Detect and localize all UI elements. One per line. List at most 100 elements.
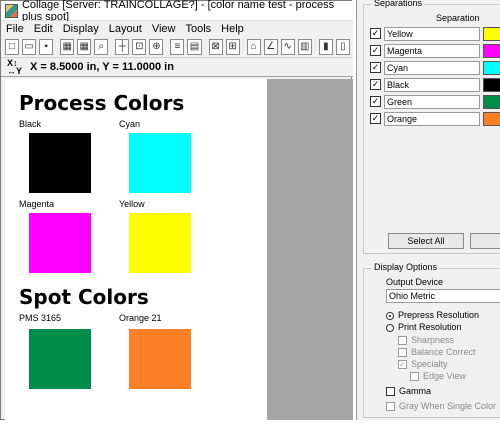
swatch-pms-3165[interactable] [29, 329, 91, 389]
specialty-label: Specialty [411, 359, 448, 369]
separation-name: Black [384, 78, 480, 92]
list-icon[interactable]: ≡ [170, 39, 185, 55]
gray-when-single-color-checkbox[interactable] [386, 402, 395, 411]
separation-row: ✓ Magenta [370, 44, 500, 58]
separation-row: ✓ Cyan [370, 61, 500, 75]
curve-icon[interactable]: ∠ [263, 39, 278, 55]
prepress-resolution-radio[interactable] [386, 312, 394, 320]
menu-file[interactable]: File [1, 23, 29, 35]
separation-color [483, 95, 500, 109]
save-icon[interactable]: ▪ [39, 39, 54, 55]
separation-name: Cyan [384, 61, 480, 75]
swatch-black[interactable] [29, 133, 91, 193]
swatch-label-black: Black [19, 119, 42, 129]
swatch-label-magenta: Magenta [19, 199, 55, 209]
separation-name: Orange [384, 112, 480, 126]
menu-help[interactable]: Help [216, 23, 249, 35]
collage-main-window: Collage [Server: TRAINCOLLAGE?] - [color… [0, 0, 353, 421]
separation-name: Yellow [384, 27, 480, 41]
separation-checkbox[interactable]: ✓ [370, 28, 381, 39]
title-bar: Collage [Server: TRAINCOLLAGE?] - [color… [1, 0, 353, 23]
trap-grid-icon[interactable]: ⊞ [225, 39, 240, 55]
swatch-orange-21[interactable] [129, 329, 191, 389]
screen: Collage [Server: TRAINCOLLAGE?] - [color… [0, 0, 500, 434]
separation-color [483, 112, 500, 126]
window-title: Collage [Server: TRAINCOLLAGE?] - [color… [21, 0, 335, 23]
specialty-checkbox[interactable]: ✓ [398, 360, 407, 369]
spot-colors-heading: Spot Colors [19, 285, 149, 309]
new-document-icon[interactable]: □ [5, 39, 20, 55]
deselect-button[interactable] [470, 233, 500, 249]
no-trap-icon[interactable]: ⊠ [208, 39, 223, 55]
separation-checkbox[interactable]: ✓ [370, 79, 381, 90]
separation-row: ✓ Orange [370, 112, 500, 126]
grid-icon[interactable]: ▦ [60, 39, 75, 55]
display-options-title: Display Options [372, 262, 440, 272]
menu-layout[interactable]: Layout [104, 23, 147, 35]
gray-when-single-color-label: Gray When Single Color [399, 401, 497, 411]
separations-panel: Separations Separation ✓ Yellow ✓ Magent… [356, 0, 500, 434]
coordinate-bar: X↕ ↔Y X = 8.5000 in, Y = 11.0000 in [1, 57, 353, 77]
separation-checkbox[interactable]: ✓ [370, 62, 381, 73]
document-canvas[interactable]: Process Colors Black Cyan Magenta Yellow… [5, 79, 267, 421]
sharpness-label: Sharpness [411, 335, 455, 345]
menu-bar: File Edit Display Layout View Tools Help [1, 21, 353, 37]
separation-row: ✓ Yellow [370, 27, 500, 41]
process-colors-heading: Process Colors [19, 91, 185, 115]
edge-view-checkbox[interactable] [410, 372, 419, 381]
lock-icon[interactable]: ⊡ [132, 39, 147, 55]
prepress-resolution-label: Prepress Resolution [398, 310, 480, 320]
toolbar: □ ▭ ▪ ▦ ▦ ⌕ ┼ ⊡ ⊕ ≡ ▤ ⊠ ⊞ ⌂ ∠ ∿ ▥ ▮ ▯ [1, 37, 353, 57]
balance-correct-checkbox[interactable] [398, 348, 407, 357]
grid-color-icon[interactable]: ▦ [77, 39, 92, 55]
sharpness-checkbox[interactable] [398, 336, 407, 345]
print-icon[interactable]: ▮ [318, 39, 333, 55]
swatch-label-yellow: Yellow [119, 199, 145, 209]
image-icon[interactable]: ⌂ [246, 39, 261, 55]
print-resolution-label: Print Resolution [398, 322, 462, 332]
separation-color [483, 78, 500, 92]
menu-display[interactable]: Display [58, 23, 104, 35]
coordinate-readout: X = 8.5000 in, Y = 11.0000 in [30, 61, 174, 73]
separations-group: Separations Separation ✓ Yellow ✓ Magent… [363, 0, 500, 254]
separation-color [483, 61, 500, 75]
document-icon[interactable]: ▯ [335, 39, 350, 55]
separation-color [483, 27, 500, 41]
swatch-magenta[interactable] [29, 213, 91, 273]
separation-checkbox[interactable]: ✓ [370, 113, 381, 124]
select-all-button[interactable]: Select All [388, 233, 464, 249]
separation-checkbox[interactable]: ✓ [370, 96, 381, 107]
torn-edge [0, 420, 500, 434]
menu-edit[interactable]: Edit [29, 23, 58, 35]
collage-app-icon [5, 3, 18, 18]
separation-name: Green [384, 95, 480, 109]
zoom-icon[interactable]: ⌕ [94, 39, 109, 55]
swatch-yellow[interactable] [129, 213, 191, 273]
target-icon[interactable]: ⊕ [149, 39, 164, 55]
separation-row: ✓ Green [370, 95, 500, 109]
menu-view[interactable]: View [147, 23, 181, 35]
swatch-label-cyan: Cyan [119, 119, 141, 129]
menu-tools[interactable]: Tools [180, 23, 216, 35]
display-options-group: Display Options Output Device Ohio Metri… [363, 262, 500, 418]
pasteboard-area [267, 79, 353, 421]
gamma-label: Gamma [399, 386, 432, 396]
separations-title: Separations [372, 0, 425, 8]
separation-column-header: Separation [436, 13, 480, 23]
output-device-select[interactable]: Ohio Metric [386, 289, 500, 303]
gamma-checkbox[interactable] [386, 387, 395, 396]
separation-color [483, 44, 500, 58]
separation-checkbox[interactable]: ✓ [370, 45, 381, 56]
crop-marks-icon[interactable]: ┼ [115, 39, 130, 55]
xy-coordinates-icon: X↕ ↔Y [7, 58, 23, 76]
layers-icon[interactable]: ▥ [297, 39, 312, 55]
balance-correct-label: Balance Correct [411, 347, 476, 357]
swatch-label-orange-21: Orange 21 [119, 313, 162, 323]
wave-icon[interactable]: ∿ [280, 39, 295, 55]
pattern-icon[interactable]: ▤ [187, 39, 202, 55]
print-resolution-radio[interactable] [386, 324, 394, 332]
swatch-cyan[interactable] [129, 133, 191, 193]
separation-name: Magenta [384, 44, 480, 58]
separation-row: ✓ Black [370, 78, 500, 92]
open-folder-icon[interactable]: ▭ [22, 39, 37, 55]
